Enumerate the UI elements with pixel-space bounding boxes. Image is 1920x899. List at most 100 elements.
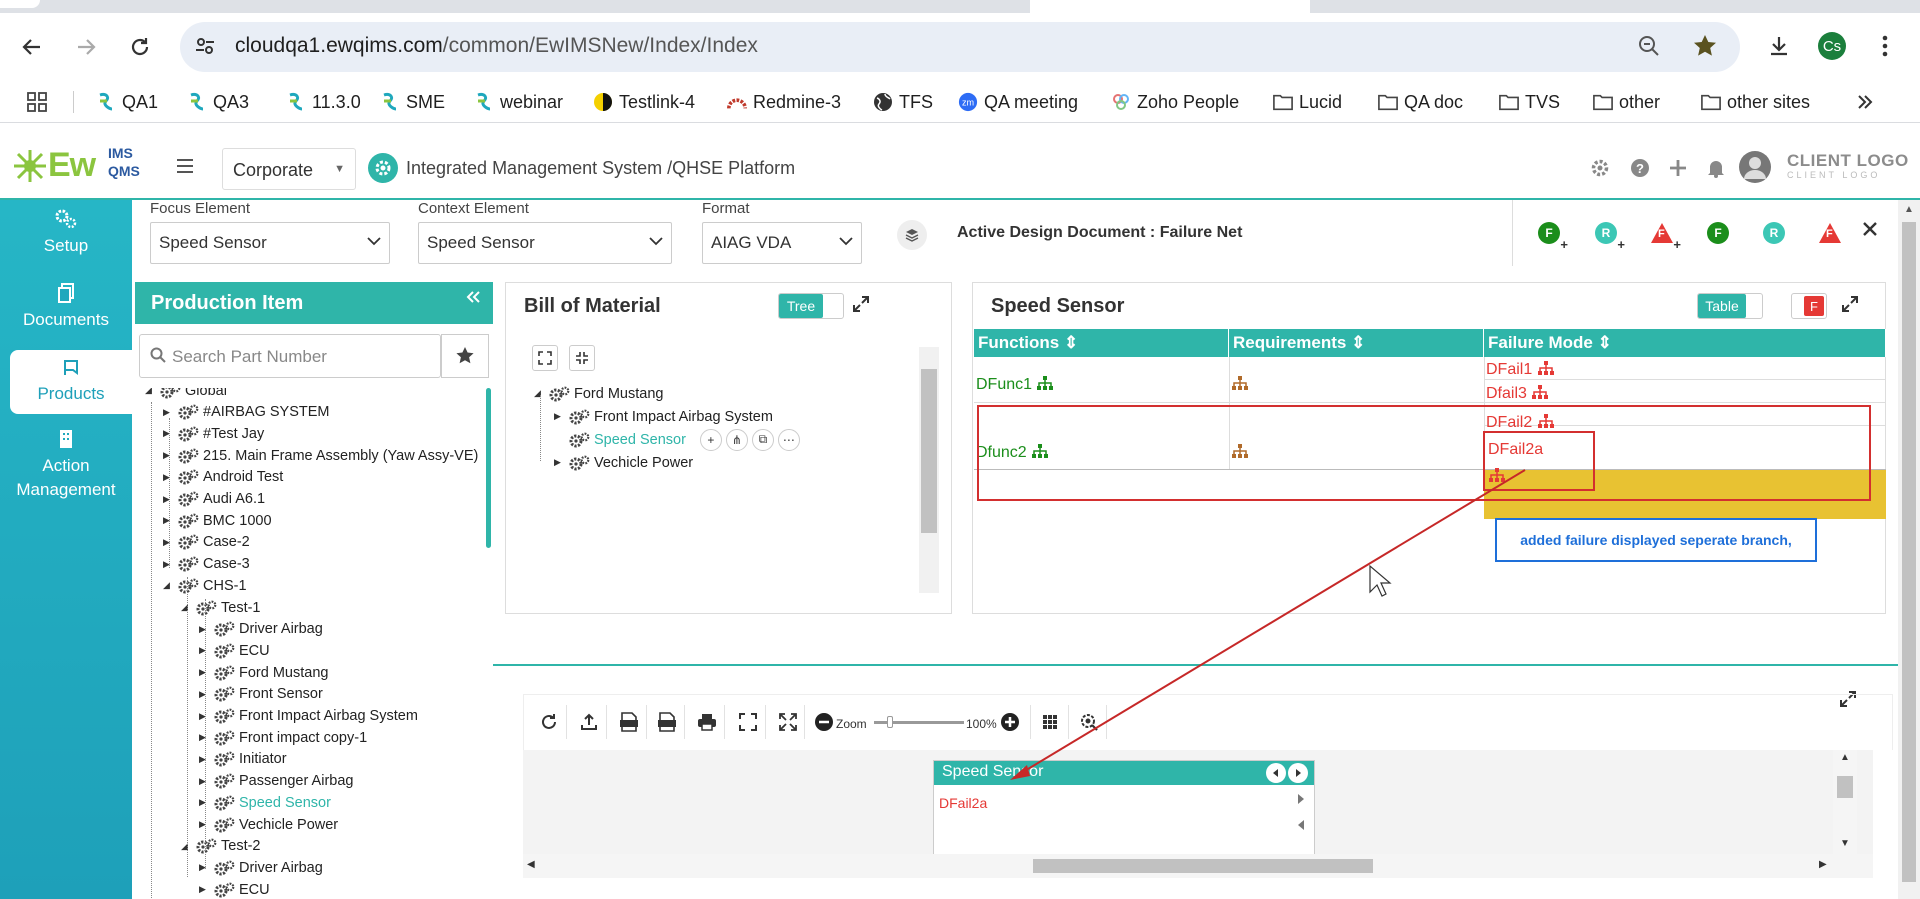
bom-tree-node[interactable]: Speed Sensor + ⋔ ⧉ ⋯	[554, 428, 800, 451]
tree-node[interactable]: ▶ Speed Sensor	[199, 792, 331, 813]
help-button[interactable]: ?	[1630, 158, 1650, 178]
tree-node[interactable]: ▶ Front impact copy-1	[199, 727, 367, 748]
scroll-up-icon[interactable]: ▲	[1904, 204, 1914, 215]
expand-panel-button[interactable]	[852, 295, 870, 313]
nav-item-products[interactable]: Products	[10, 350, 132, 414]
bookmark-star-icon[interactable]	[1692, 33, 1718, 59]
tree-node[interactable]: ▶ Driver Airbag	[199, 619, 323, 640]
bookmark-zoho-people[interactable]: Zoho People	[1111, 90, 1239, 114]
scroll-thumb[interactable]	[1033, 859, 1373, 873]
tree-node[interactable]: ◢ Test-2	[181, 836, 261, 857]
graph-node-speed-sensor[interactable]: Speed Sensor DFail2a	[933, 760, 1315, 856]
fit-screen-button[interactable]	[739, 711, 757, 733]
bookmark-qa1[interactable]: QA1	[96, 90, 158, 114]
apps-grid-button[interactable]	[26, 90, 48, 114]
bookmark-tvs[interactable]: TVS	[1499, 90, 1560, 114]
tree-node[interactable]: ◢ CHS-1	[163, 575, 247, 596]
node-next-button[interactable]	[1288, 763, 1308, 783]
add-requirement-button[interactable]: R +	[1595, 222, 1625, 252]
column-header-failure-mode[interactable]: Failure Mode ⇕	[1484, 329, 1886, 357]
bom-tree-node[interactable]: ▶ Vechicle Power	[554, 452, 693, 473]
function-cell[interactable]: DFunc1	[976, 375, 1054, 394]
tree-node[interactable]: ▶ Passenger Airbag	[199, 771, 353, 792]
table-view-toggle[interactable]: Table	[1697, 293, 1763, 319]
scroll-thumb[interactable]	[1902, 222, 1916, 882]
notifications-button[interactable]	[1706, 158, 1726, 178]
bookmarks-overflow-button[interactable]	[1856, 90, 1874, 114]
browser-tab-active[interactable]	[1030, 0, 1310, 13]
graph-canvas[interactable]: Speed Sensor DFail2a ▲ ▼ ◀ ▶	[523, 750, 1873, 878]
tree-node[interactable]: ▶ Case-3	[163, 554, 250, 575]
bookmark-lucid[interactable]: Lucid	[1273, 90, 1342, 114]
bookmark-webinar[interactable]: webinar	[474, 90, 563, 114]
structure-button[interactable]: ⋔	[725, 428, 748, 451]
forward-button[interactable]	[70, 31, 102, 63]
collapse-panel-button[interactable]	[465, 290, 481, 304]
collapse-caret-icon[interactable]: ◢	[145, 388, 157, 396]
settings-button[interactable]	[1590, 158, 1610, 178]
print-button[interactable]	[697, 711, 717, 733]
reload-button[interactable]	[124, 31, 156, 63]
add-failure-button[interactable]: F +	[1651, 222, 1681, 252]
tree-scrollbar[interactable]	[486, 388, 491, 548]
bookmark-redmine-3[interactable]: Redmine-3	[727, 90, 841, 114]
tree-node[interactable]: ▶ Initiator	[199, 749, 287, 770]
bookmark-11-3-0[interactable]: 11.3.0	[286, 90, 361, 114]
tree-node[interactable]: ▶ Front Impact Airbag System	[199, 706, 418, 727]
tree-node[interactable]: ▶ #AIRBAG SYSTEM	[163, 402, 330, 423]
layers-button[interactable]	[897, 220, 927, 250]
back-button[interactable]	[16, 31, 48, 63]
tree-node[interactable]: ▶ Android Test	[163, 467, 283, 488]
expand-panel-button[interactable]	[1841, 295, 1859, 313]
node-expand-right-icon[interactable]	[1296, 793, 1306, 805]
bom-tree-node[interactable]: ▶ Front Impact Airbag System	[554, 406, 773, 427]
export-button[interactable]	[580, 711, 598, 733]
fullscreen-button[interactable]	[779, 711, 797, 733]
tree-node[interactable]: ◢ Global	[145, 388, 227, 401]
user-avatar[interactable]	[1738, 150, 1772, 184]
bom-scrollbar[interactable]	[919, 347, 939, 593]
column-header-requirements[interactable]: Requirements ⇕	[1229, 329, 1484, 357]
tree-node[interactable]: ▶ Case-2	[163, 532, 250, 553]
context-element-select[interactable]: Speed Sensor	[418, 222, 672, 264]
tree-view-toggle[interactable]: Tree	[778, 293, 844, 319]
add-button[interactable]	[1668, 158, 1688, 178]
nav-item-setup[interactable]: Setup	[0, 208, 132, 258]
focus-element-select[interactable]: Speed Sensor	[150, 222, 390, 264]
failure-toggle[interactable]: F	[1791, 293, 1827, 319]
failure-mode-cell[interactable]: DFail1	[1486, 360, 1555, 379]
site-info-icon[interactable]	[194, 35, 216, 57]
scroll-down-icon[interactable]: ▼	[1840, 838, 1850, 849]
menu-toggle-button[interactable]	[176, 158, 194, 174]
requirement-cell[interactable]	[1231, 375, 1249, 391]
zoom-in-button[interactable]	[1000, 711, 1020, 733]
tree-node[interactable]: ▶ Driver Airbag	[199, 857, 323, 878]
favorites-button[interactable]	[441, 334, 489, 378]
ewqims-logo[interactable]: Ew IMS QMS	[12, 146, 140, 185]
collapse-all-button[interactable]	[569, 345, 595, 371]
add-child-button[interactable]: +	[699, 428, 722, 451]
scroll-up-icon[interactable]: ▲	[1840, 752, 1850, 763]
browser-tab[interactable]	[0, 0, 40, 8]
address-bar[interactable]: cloudqa1.ewqims.com/common/EwIMSNew/Inde…	[180, 22, 1740, 72]
collapse-caret-icon[interactable]: ◢	[163, 580, 175, 591]
tree-node[interactable]: ▶ ECU	[199, 640, 270, 661]
url-text[interactable]: cloudqa1.ewqims.com/common/EwIMSNew/Inde…	[235, 34, 758, 58]
refresh-button[interactable]	[540, 711, 558, 733]
function-filter-button[interactable]: F	[1707, 222, 1729, 244]
expand-caret-icon[interactable]: ▶	[199, 884, 211, 895]
copy-button[interactable]: ⧉	[751, 428, 774, 451]
tree-node[interactable]: ▶ ECU	[199, 879, 270, 899]
bom-tree-node[interactable]: ◢ Ford Mustang	[534, 383, 663, 404]
nav-item-documents[interactable]: Documents	[0, 282, 132, 332]
part-search-input[interactable]: Search Part Number	[139, 334, 441, 378]
column-header-functions[interactable]: Functions ⇕	[974, 329, 1229, 357]
grid-button[interactable]	[1042, 711, 1058, 733]
page-scrollbar[interactable]: ▲	[1898, 200, 1920, 899]
more-button[interactable]: ⋯	[777, 428, 800, 451]
zoom-icon[interactable]	[1636, 33, 1662, 59]
bookmark-qa-meeting[interactable]: zm QA meeting	[958, 90, 1078, 114]
expand-caret-icon[interactable]: ▶	[554, 457, 566, 468]
bookmark-sme[interactable]: SME	[380, 90, 445, 114]
tree-node[interactable]: ▶ Ford Mustang	[199, 662, 328, 683]
